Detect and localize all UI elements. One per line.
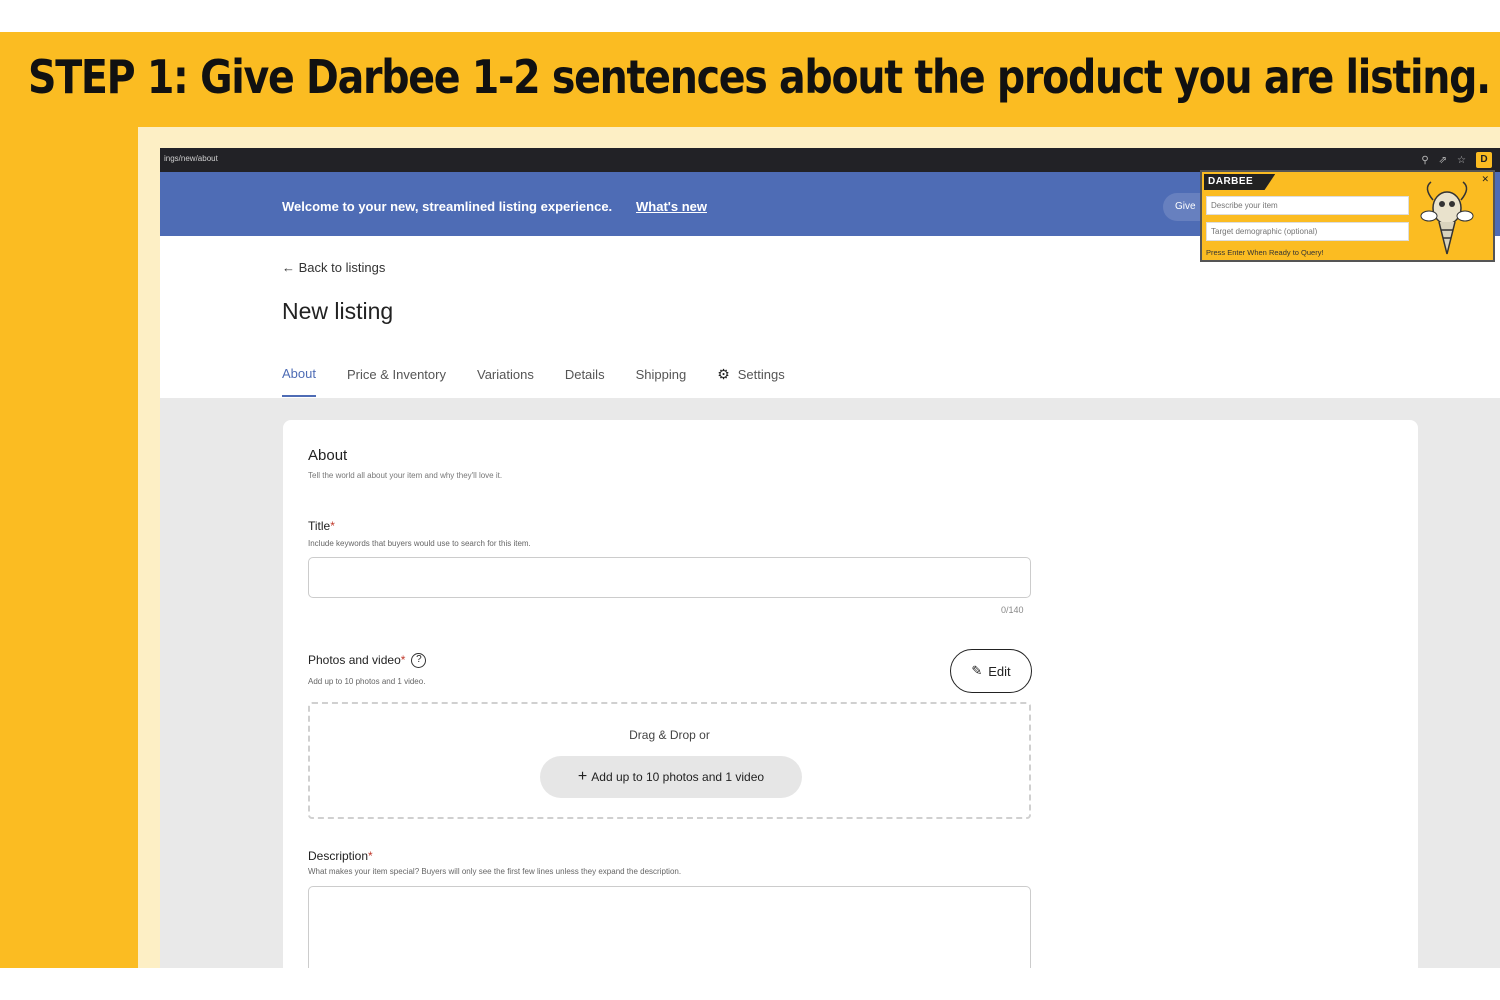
tab-settings-label: Settings [737,367,785,382]
star-icon[interactable]: ☆ [1457,155,1466,166]
title-label-text: Title [308,519,331,533]
plus-icon: + [577,768,588,785]
description-label: Description* [308,849,373,863]
pencil-icon: ✎ [971,663,983,678]
tab-price-inventory[interactable]: Price & Inventory [347,367,446,396]
tab-shipping[interactable]: Shipping [636,367,687,396]
required-mark: * [330,519,335,533]
photos-help: Add up to 10 photos and 1 video. [308,677,426,686]
title-label: Title* [308,519,335,533]
top-margin [0,0,1500,32]
bee-mascot-icon [1420,181,1474,255]
whats-new-link[interactable]: What's new [636,199,707,214]
gear-icon: ⚙ [717,366,730,382]
tab-settings[interactable]: ⚙ Settings [717,366,785,397]
photos-label: Photos and video*? [308,653,427,669]
drag-drop-text: Drag & Drop or [629,728,710,742]
tutorial-slide: STEP 1: Give Darbee 1-2 sentences about … [0,0,1500,1000]
help-icon[interactable]: ? [411,653,427,669]
tab-variations[interactable]: Variations [477,367,534,396]
banner-text: Welcome to your new, streamlined listing… [282,199,613,214]
extension-icons: ⚲ ⇗ ☆ D [1421,152,1492,168]
darbee-logo: DARBEE [1204,174,1276,190]
search-icon[interactable]: ⚲ [1421,155,1428,166]
edit-button-label: Edit [988,663,1011,679]
tab-details[interactable]: Details [565,367,605,396]
add-photos-button[interactable]: + Add up to 10 photos and 1 video [540,756,802,798]
edit-photos-button[interactable]: ✎ Edit [950,649,1032,693]
describe-item-input[interactable] [1206,196,1409,215]
darbee-popup: DARBEE ✕ Press Enter When Ready to Query… [1200,170,1495,262]
query-hint: Press Enter When Ready to Query! [1206,248,1324,257]
darbee-extension-icon[interactable]: D [1476,152,1492,168]
address-bar[interactable]: ings/new/about [164,154,218,163]
description-help: What makes your item special? Buyers wil… [308,867,682,876]
photo-dropzone[interactable]: Drag & Drop or + Add up to 10 photos and … [308,702,1031,819]
title-input[interactable] [308,557,1031,598]
required-mark: * [400,653,406,667]
tab-about[interactable]: About [282,366,316,397]
title-help: Include keywords that buyers would use t… [308,539,531,548]
about-section-title: About [308,447,348,464]
page-title: New listing [282,298,394,324]
close-icon[interactable]: ✕ [1481,174,1489,185]
description-input[interactable] [308,886,1031,968]
title-char-counter: 0/140 [1001,605,1024,615]
share-icon[interactable]: ⇗ [1439,155,1447,166]
back-to-listings-link[interactable]: ← Back to listings [282,260,385,275]
listing-tabs: About Price & Inventory Variations Detai… [282,366,816,397]
bottom-margin [0,968,1500,1000]
browser-toolbar: ings/new/about ⚲ ⇗ ☆ D [160,148,1500,172]
browser-screenshot: ings/new/about ⚲ ⇗ ☆ D Welcome to your n… [160,148,1500,968]
photos-label-text: Photos and video [308,653,401,667]
required-mark: * [368,849,373,863]
add-photos-label: Add up to 10 photos and 1 video [591,770,765,784]
about-section-subtitle: Tell the world all about your item and w… [308,471,503,480]
target-demographic-input[interactable] [1206,222,1409,241]
step-headline: STEP 1: Give Darbee 1-2 sentences about … [28,50,1491,104]
description-label-text: Description [308,849,369,863]
red-arrow-icon [1200,410,1340,540]
